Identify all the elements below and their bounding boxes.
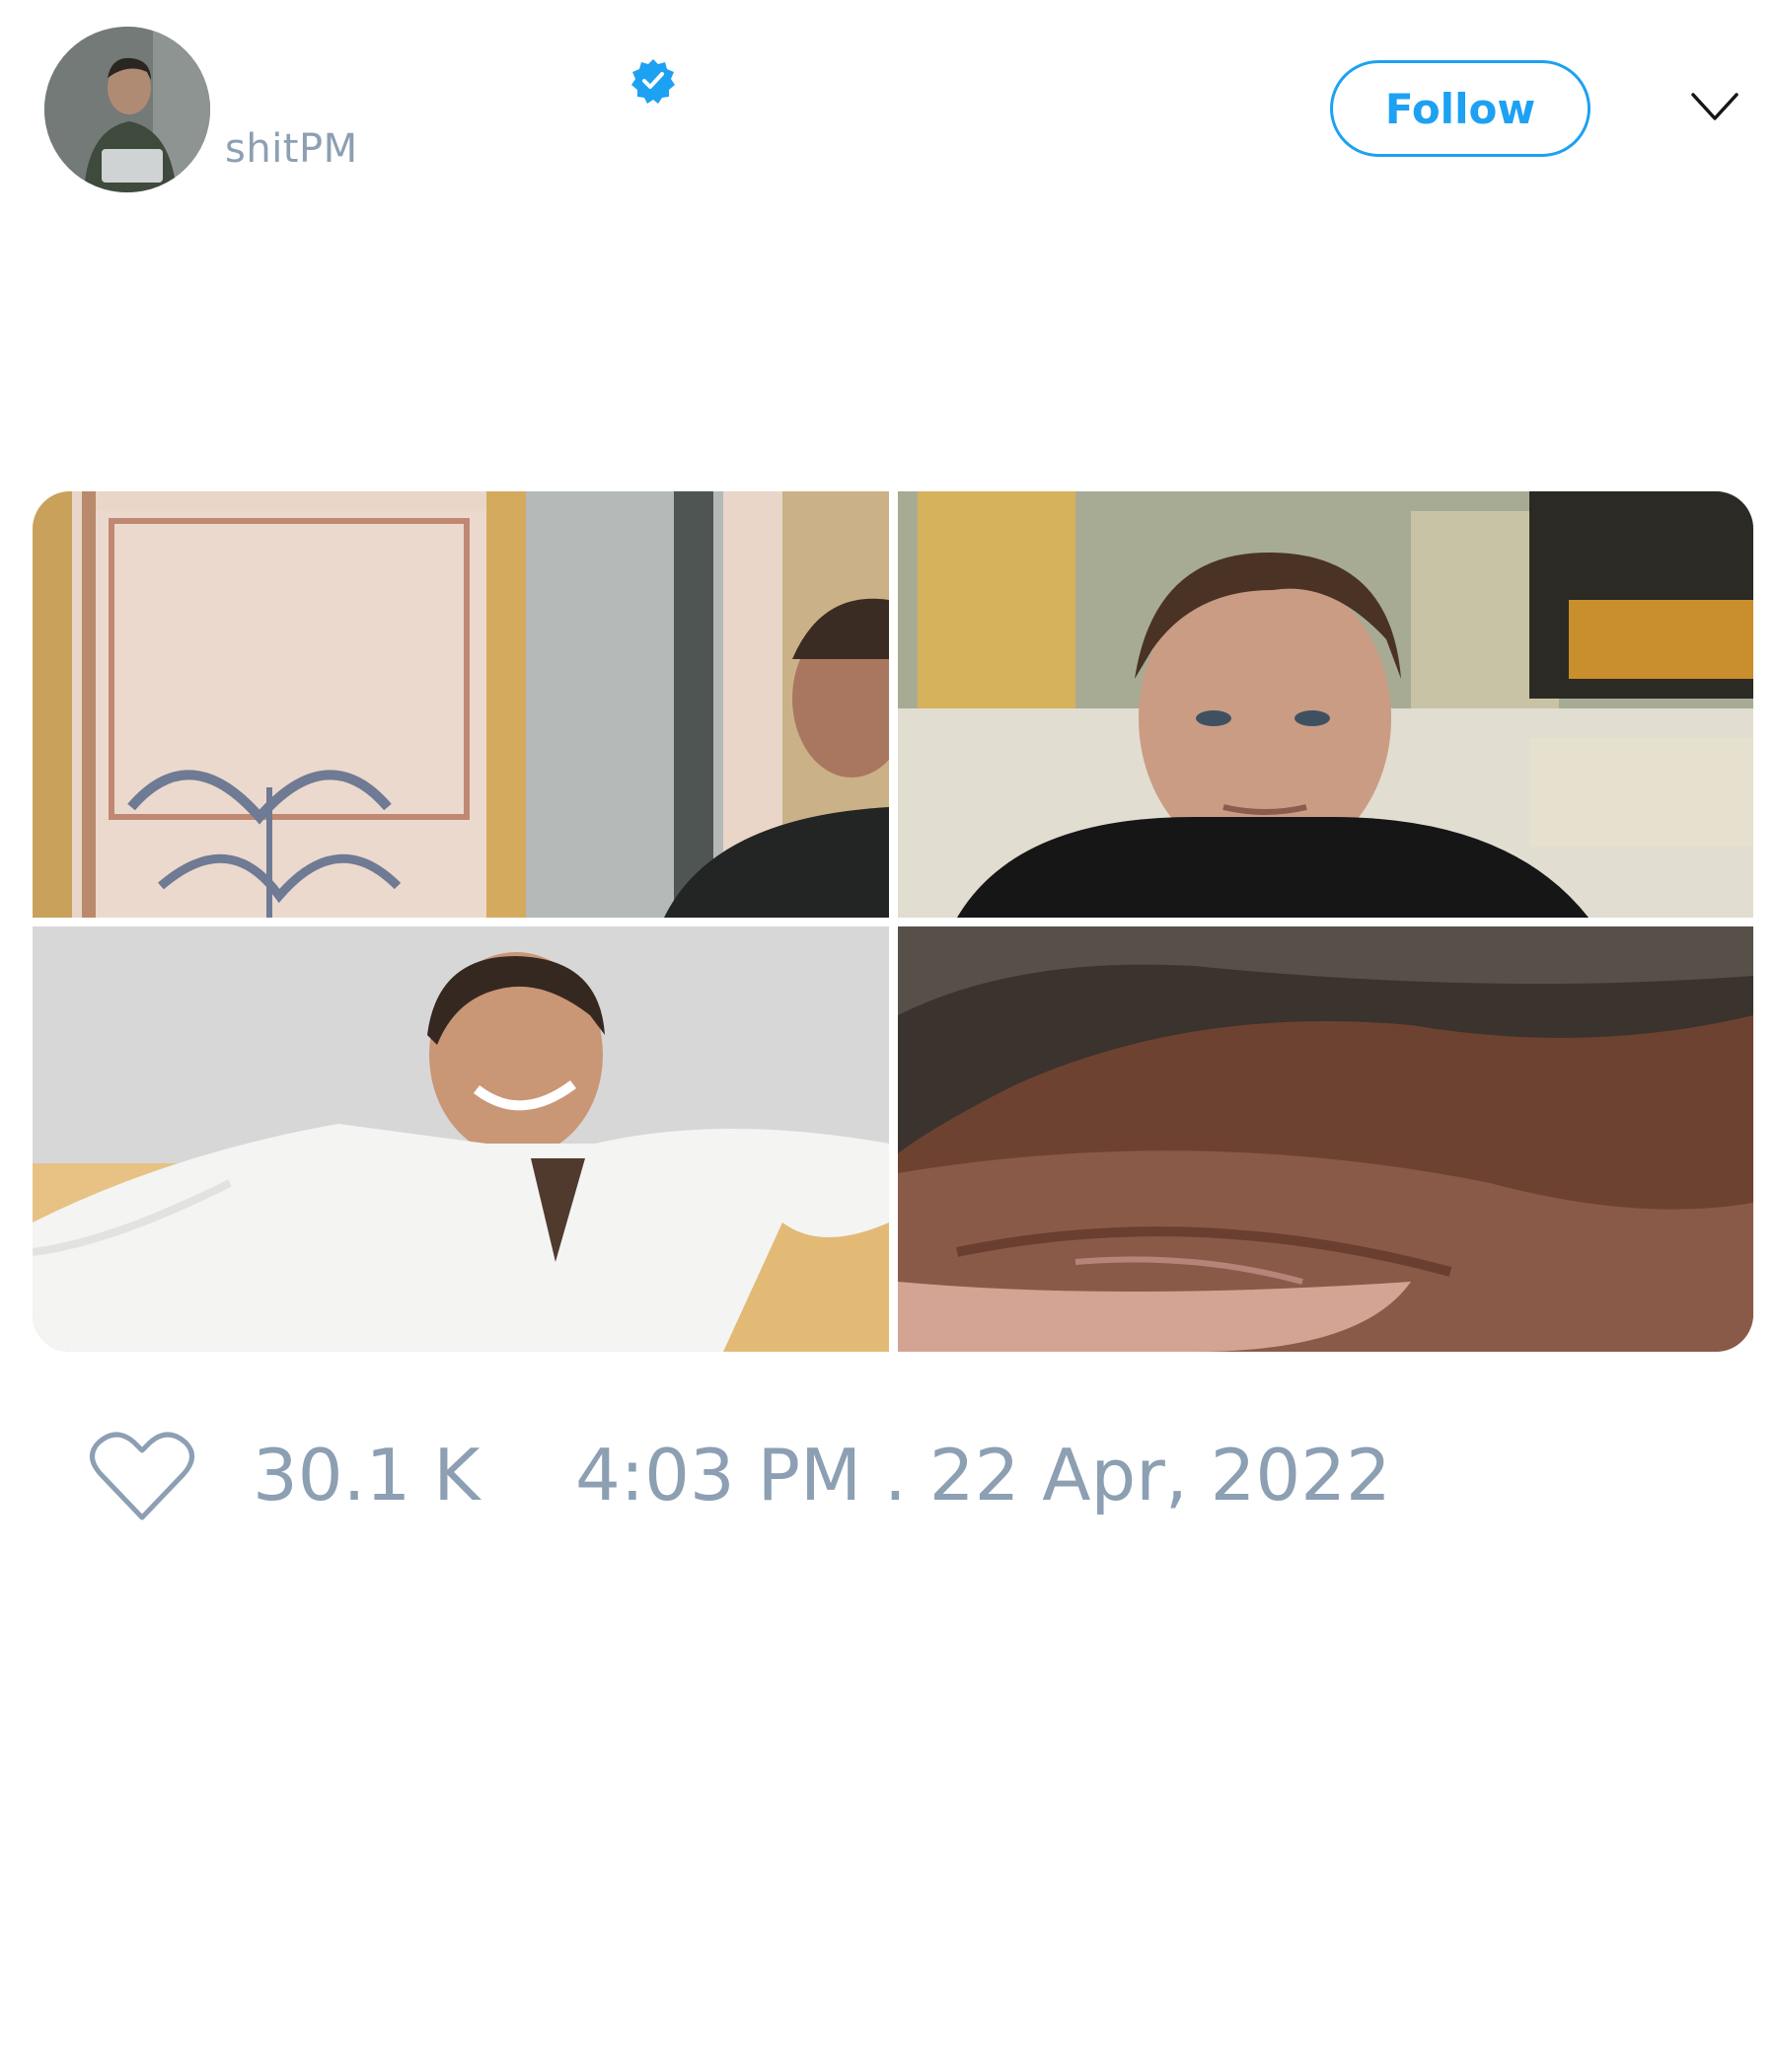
heart-icon[interactable]: [89, 1429, 195, 1523]
follow-button[interactable]: Follow: [1330, 60, 1591, 157]
chevron-down-icon[interactable]: [1689, 87, 1740, 126]
tweet-timestamp[interactable]: 4:03 PM . 22 Apr, 2022: [575, 1433, 1391, 1517]
verified-badge-icon: [629, 57, 677, 105]
media-photo-3[interactable]: [33, 926, 889, 1352]
avatar-photo: [44, 27, 210, 192]
media-photo-2[interactable]: [898, 491, 1753, 918]
media-photo-4[interactable]: [898, 926, 1753, 1352]
like-count: 30.1 K: [253, 1434, 481, 1517]
tweet-card: shitPM Follow 30.1 K 4:03 PM . 22 Apr, 2…: [0, 0, 1776, 2072]
author-display-name[interactable]: [227, 53, 622, 112]
media-photo-1[interactable]: [33, 491, 889, 918]
media-grid: [33, 491, 1753, 1352]
author-avatar[interactable]: [44, 27, 210, 192]
author-handle[interactable]: shitPM: [225, 126, 358, 172]
